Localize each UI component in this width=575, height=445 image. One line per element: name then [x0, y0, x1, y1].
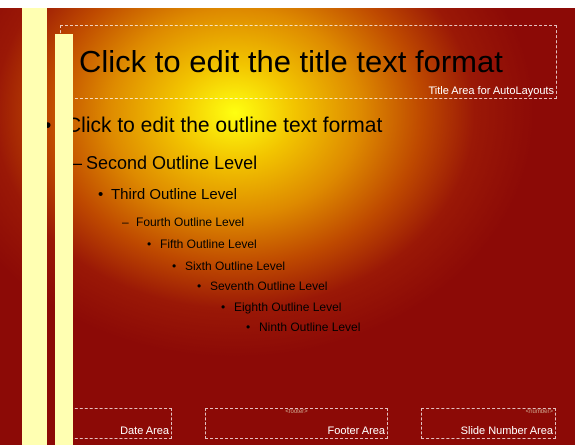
outline-level-4-text: Fourth Outline Level: [136, 215, 245, 229]
title-area-label: Title Area for AutoLayouts: [428, 85, 554, 97]
outline-level-5-text: Fifth Outline Level: [160, 237, 257, 251]
outline-level-7-bullet: •: [197, 279, 202, 293]
outline-level-3[interactable]: • Third Outline Level: [98, 186, 237, 203]
date-area[interactable]: Date Area: [60, 408, 172, 439]
outline-level-8-text: Eighth Outline Level: [234, 300, 342, 314]
outline-level-5[interactable]: • Fifth Outline Level: [147, 237, 257, 251]
outline-level-6-text: Sixth Outline Level: [185, 259, 286, 273]
date-area-label: Date Area: [120, 425, 169, 437]
footer-area[interactable]: <footer> Footer Area: [205, 408, 388, 439]
footer-area-label: Footer Area: [327, 425, 385, 437]
outline-level-4-bullet: –: [122, 215, 129, 229]
outline-level-7-text: Seventh Outline Level: [210, 279, 328, 293]
slide-number-placeholder: <number>: [525, 409, 553, 415]
outline-level-8[interactable]: • Eighth Outline Level: [221, 300, 341, 314]
outline-level-7[interactable]: • Seventh Outline Level: [197, 279, 327, 293]
outline-level-2-bullet: –: [72, 153, 83, 173]
outline-level-4[interactable]: – Fourth Outline Level: [122, 215, 244, 229]
outline-level-2[interactable]: – Second Outline Level: [72, 153, 257, 174]
left-decorative-bar: [22, 8, 47, 445]
outline-level-3-text: Third Outline Level: [111, 186, 237, 203]
slide-canvas[interactable]: Title Area for AutoLayouts Click to edit…: [0, 8, 575, 445]
outline-level-5-bullet: •: [147, 237, 152, 251]
outline-level-9[interactable]: • Ninth Outline Level: [246, 320, 360, 334]
outline-level-6[interactable]: • Sixth Outline Level: [172, 259, 285, 273]
outline-level-2-text: Second Outline Level: [86, 153, 258, 173]
outline-level-1-text: Click to edit the outline text format: [66, 114, 383, 137]
slide-number-area-label: Slide Number Area: [460, 425, 553, 437]
outline-level-9-bullet: •: [246, 320, 251, 334]
outline-level-1[interactable]: • Click to edit the outline text format: [44, 114, 382, 138]
outline-level-6-bullet: •: [172, 259, 177, 273]
outline-level-9-text: Ninth Outline Level: [259, 320, 361, 334]
inner-decorative-bar: [55, 34, 73, 445]
slide-title[interactable]: Click to edit the title text format: [79, 44, 503, 80]
footer-placeholder: <footer>: [285, 409, 308, 415]
outline-level-8-bullet: •: [221, 300, 226, 314]
outline-level-3-bullet: •: [98, 186, 104, 203]
slide-number-area[interactable]: <number> Slide Number Area: [421, 408, 556, 439]
